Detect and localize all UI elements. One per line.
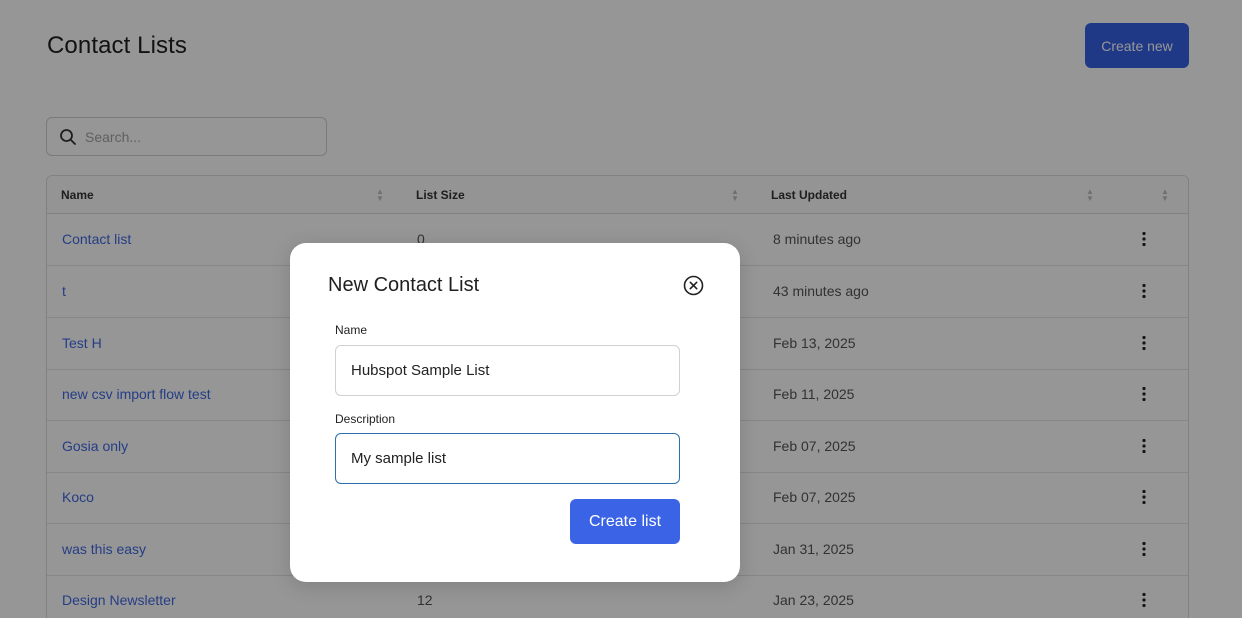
create-list-button[interactable]: Create list <box>570 499 680 544</box>
description-label: Description <box>335 412 396 426</box>
description-field[interactable] <box>335 433 680 484</box>
modal-title: New Contact List <box>328 274 480 296</box>
close-circle-icon <box>683 275 704 296</box>
close-modal-button[interactable] <box>683 275 704 296</box>
new-contact-list-modal: New Contact List Name Description Create… <box>290 243 740 582</box>
name-label: Name <box>335 323 368 337</box>
name-field[interactable] <box>335 345 680 396</box>
